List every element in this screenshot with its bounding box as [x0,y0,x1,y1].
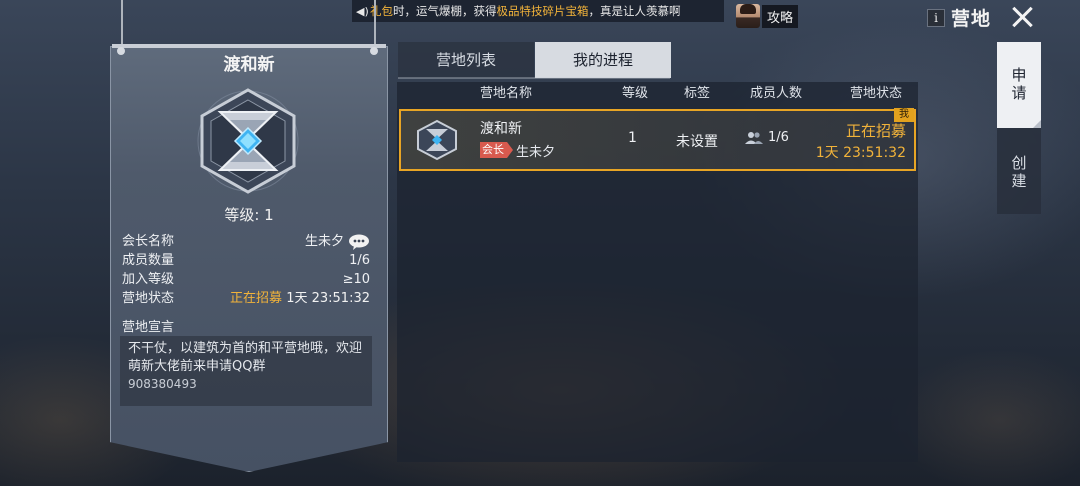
side-tab-apply[interactable]: 申请 [997,42,1041,128]
info-icon[interactable]: i [927,9,945,27]
tab-divider [398,77,670,79]
guide-label: 攻略 [762,4,799,28]
side-tab-create-label: 创建 [1011,154,1027,190]
declaration-number: 908380493 [128,377,197,391]
members-icon [745,131,763,144]
speaker-icon: ◀) [356,5,369,18]
info-key: 营地状态 [122,291,175,306]
row-camp-emblem-icon [417,119,457,161]
row-level: 1 [628,130,637,146]
declaration-text: 不干仗，以建筑为首的和平营地哦，欢迎萌新大佬前来申请QQ群 [128,341,363,374]
info-row-status: 营地状态 正在招募 1天 23:51:32 [122,289,370,308]
leader-name: 生未夕 [304,234,344,249]
info-value: ≥10 [342,272,370,287]
info-key: 成员数量 [122,253,175,268]
side-tab-apply-label: 申请 [1011,66,1027,102]
ticker-text-1: 时，运气爆棚，获得 [393,4,497,18]
col-header-name: 营地名称 [480,86,533,101]
camp-name: 渡和新 [223,55,275,75]
ticker-highlight-2: 极品特技碎片宝箱 [496,4,589,18]
row-timer: 1天 23:51:32 [815,145,906,161]
close-icon[interactable] [1007,2,1037,32]
declaration-box: 不干仗，以建筑为首的和平营地哦，欢迎萌新大佬前来申请QQ群 908380493 [120,336,372,406]
row-leader-name: 生未夕 [516,145,556,160]
guide-avatar [736,4,760,28]
info-value: 1/6 [349,253,370,268]
col-header-status: 营地状态 [850,86,903,101]
tab-camp-list[interactable]: 营地列表 [398,42,534,78]
info-row-members: 成员数量 1/6 [122,251,370,270]
row-status: 正在招募 [845,122,906,140]
leader-tag: 会长 [480,142,513,158]
row-members-value: 1/6 [768,130,789,145]
col-header-level: 等级 [622,86,649,101]
side-tab-create[interactable]: 创建 [997,128,1041,214]
camp-emblem-icon [197,88,299,194]
banner-string-left [121,0,123,50]
info-key: 加入等级 [122,272,175,287]
ticker-text-2: ，真是让人羡慕啊 [588,4,681,18]
camp-level: 等级: 1 [224,206,274,224]
info-row-join-level: 加入等级 ≥10 [122,270,370,289]
announcement-ticker: ◀)礼包时，运气爆棚，获得极品特技碎片宝箱，真是让人羡慕啊 [352,0,724,22]
row-members: 1/6 [744,130,789,145]
row-tag: 未设置 [676,134,718,150]
col-header-members: 成员人数 [750,86,803,101]
status-value: 正在招募 [230,291,283,306]
guide-button[interactable]: 攻略 [736,4,799,28]
info-row-leader: 会长名称 生未夕 [122,232,370,251]
col-header-tag: 标签 [684,86,711,101]
row-camp-name: 渡和新 [480,121,522,137]
page-title: 营地 [951,8,992,30]
chat-icon[interactable] [348,234,370,250]
declaration-title: 营地宣言 [122,320,175,335]
tab-my-progress[interactable]: 我的进程 [535,42,671,78]
status-timer: 1天 23:51:32 [286,291,370,306]
info-key: 会长名称 [122,234,175,249]
banner-rod [112,44,386,48]
banner-string-right [374,0,376,50]
